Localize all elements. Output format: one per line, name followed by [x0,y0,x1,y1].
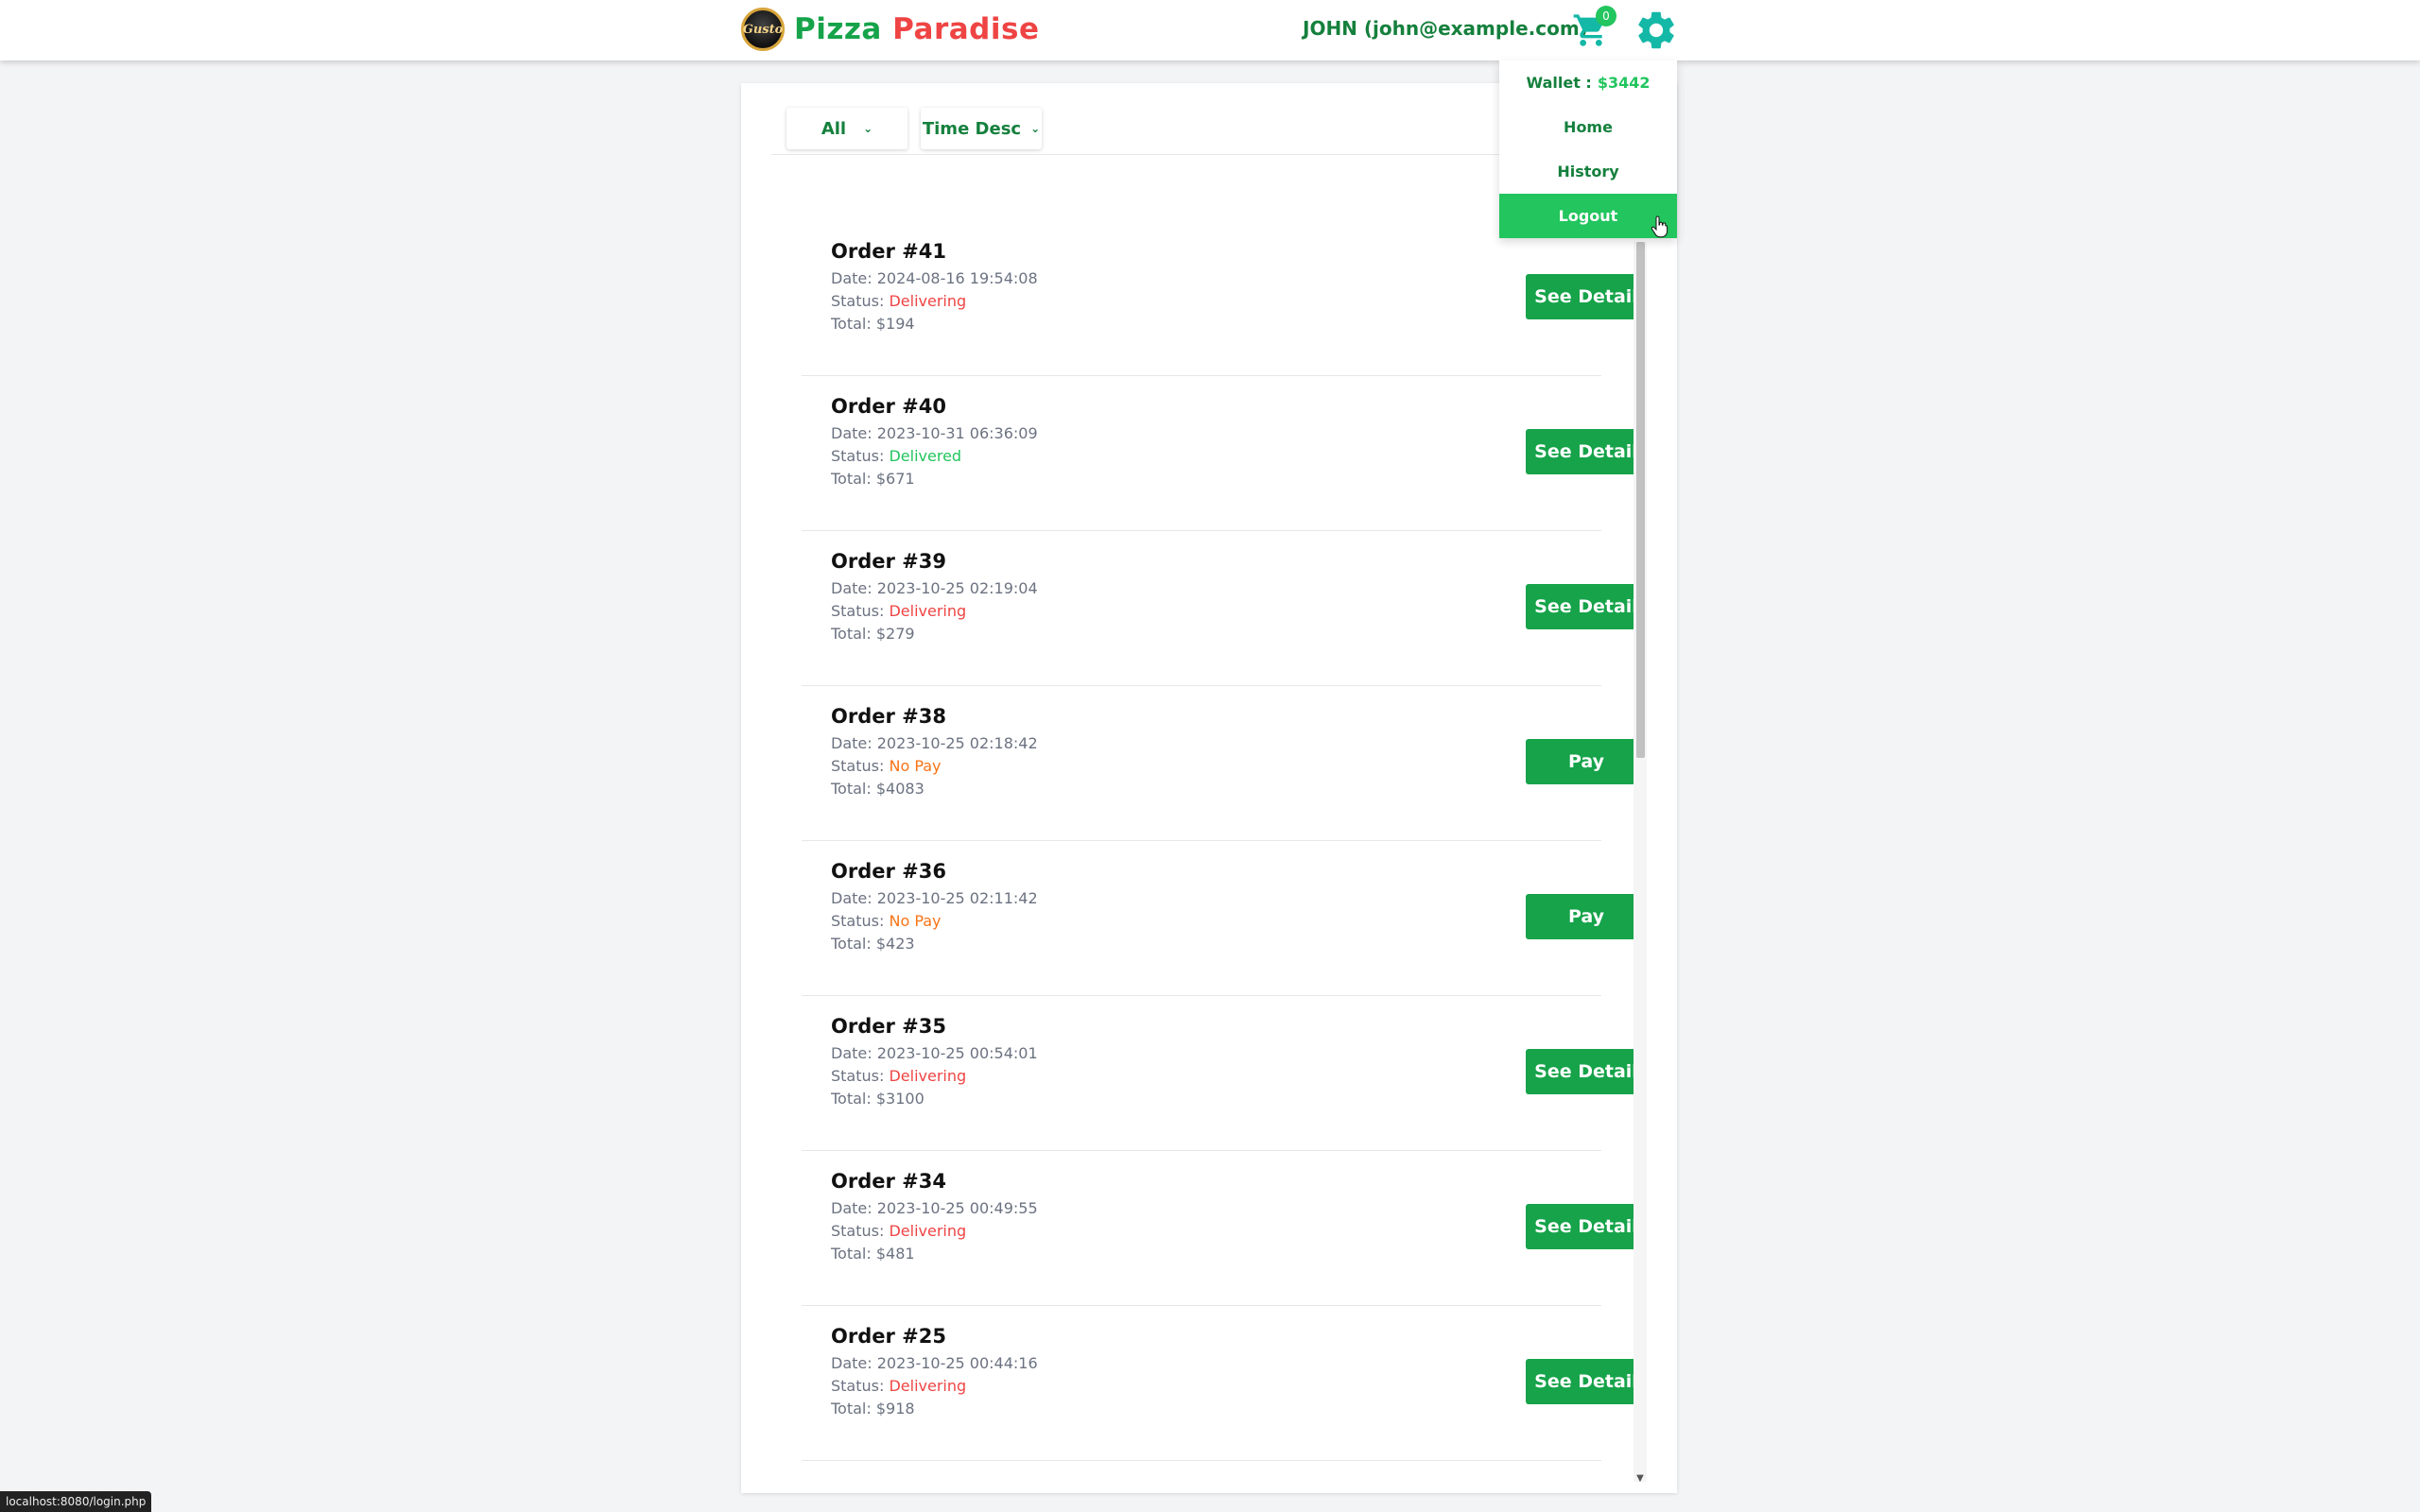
order-status: Status: No Pay [831,757,942,775]
menu-item-history[interactable]: History [1499,149,1677,194]
order-status: Status: Delivering [831,1377,967,1395]
order-history-card: All ⌄ Time Desc ⌄ Order #41 Date: 2024-0… [741,83,1677,1493]
order-total: Total: $194 [831,315,915,333]
user-dropdown-menu: Wallet : $3442 Home History Logout [1499,60,1677,238]
order-title: Order #36 [831,860,946,883]
order-total: Total: $3100 [831,1090,925,1108]
brand-name: Pizza Paradise [794,12,1039,46]
status-value: Delivered [889,447,962,465]
order-row: Order #39 Date: 2023-10-25 02:19:04 Stat… [802,531,1647,686]
pay-button[interactable]: Pay [1526,894,1647,939]
sort-order-select[interactable]: Time Desc ⌄ [921,108,1042,149]
settings-button[interactable] [1634,8,1679,53]
order-title: Order #35 [831,1015,946,1038]
see-detail-button[interactable]: See Detail [1526,1204,1647,1249]
see-detail-button[interactable]: See Detail [1526,429,1647,474]
wallet-balance: Wallet : $3442 [1499,60,1677,105]
see-detail-button[interactable]: See Detail [1526,584,1647,629]
status-value: Delivering [889,1067,967,1085]
order-date: Date: 2023-10-25 02:11:42 [831,889,1038,907]
order-row: Order #36 Date: 2023-10-25 02:11:42 Stat… [802,841,1647,996]
status-value: Delivering [889,292,967,310]
order-total: Total: $423 [831,935,915,953]
status-filter-value: All [821,118,847,139]
see-detail-button[interactable]: See Detail [1526,1359,1647,1404]
order-row: Order #40 Date: 2023-10-31 06:36:09 Stat… [802,376,1647,531]
status-value: Delivering [889,602,967,620]
order-date: Date: 2023-10-31 06:36:09 [831,424,1038,442]
see-detail-button[interactable]: See Detail [1526,274,1647,319]
order-status: Status: Delivering [831,292,967,310]
order-title: Order #38 [831,705,946,728]
pay-button[interactable]: Pay [1526,739,1647,784]
brand-name-part1: Pizza [794,12,882,46]
chevron-down-icon: ⌄ [1030,122,1041,135]
wallet-label: Wallet : [1526,74,1592,92]
status-value: No Pay [889,912,942,930]
browser-status-url: localhost:8080/login.php [0,1491,152,1512]
order-date: Date: 2024-08-16 19:54:08 [831,269,1038,287]
brand-logo-link[interactable]: Gusto Pizza Paradise [741,8,1039,51]
order-title: Order #25 [831,1325,946,1348]
order-status: Status: Delivering [831,602,967,620]
order-date: Date: 2023-10-25 00:44:16 [831,1354,1038,1372]
filter-bar: All ⌄ Time Desc ⌄ [786,108,1042,149]
order-row: Order #41 Date: 2024-08-16 19:54:08 Stat… [802,221,1647,376]
order-status: Status: Delivering [831,1067,967,1085]
order-total: Total: $279 [831,625,915,643]
order-date: Date: 2023-10-25 02:19:04 [831,579,1038,597]
order-total: Total: $918 [831,1400,915,1418]
menu-item-home[interactable]: Home [1499,105,1677,149]
status-filter-select[interactable]: All ⌄ [786,108,908,149]
top-navbar: Gusto Pizza Paradise JOHN (john@example.… [0,0,2420,60]
brand-name-part2: Paradise [892,12,1040,46]
wallet-amount: $3442 [1597,74,1651,92]
order-row: Order #25 Date: 2023-10-25 00:44:16 Stat… [802,1306,1647,1461]
order-total: Total: $4083 [831,780,925,798]
chevron-down-icon: ⌄ [863,122,873,135]
scrollbar-thumb[interactable] [1636,242,1645,758]
scroll-down-arrow-icon[interactable]: ▼ [1634,1473,1647,1484]
order-row: Order #38 Date: 2023-10-25 02:18:42 Stat… [802,686,1647,841]
order-title: Order #34 [831,1170,946,1193]
order-status: Status: Delivered [831,447,962,465]
sort-order-value: Time Desc [922,118,1022,139]
order-row: Order #34 Date: 2023-10-25 00:49:55 Stat… [802,1151,1647,1306]
order-title: Order #39 [831,550,946,573]
order-total: Total: $671 [831,470,915,488]
gear-icon [1638,11,1674,49]
order-list-scrollbar[interactable]: ▼ [1634,242,1647,1484]
status-value: Delivering [889,1222,967,1240]
order-title: Order #41 [831,240,946,263]
see-detail-button[interactable]: See Detail [1526,1049,1647,1094]
status-value: Delivering [889,1377,967,1395]
cart-count-badge: 0 [1596,6,1616,26]
order-list: Order #41 Date: 2024-08-16 19:54:08 Stat… [802,221,1647,1461]
order-date: Date: 2023-10-25 02:18:42 [831,734,1038,752]
hand-cursor-icon [1651,215,1668,238]
status-value: No Pay [889,757,942,775]
logo-text: Gusto [742,22,784,37]
order-title: Order #40 [831,395,946,418]
cart-button[interactable]: 0 [1571,6,1616,49]
pizza-logo-icon: Gusto [741,8,785,51]
order-date: Date: 2023-10-25 00:49:55 [831,1199,1038,1217]
order-row: Order #35 Date: 2023-10-25 00:54:01 Stat… [802,996,1647,1151]
order-status: Status: No Pay [831,912,942,930]
user-label: JOHN (john@example.com) [1303,17,1588,40]
order-date: Date: 2023-10-25 00:54:01 [831,1044,1038,1062]
order-total: Total: $481 [831,1245,915,1263]
order-status: Status: Delivering [831,1222,967,1240]
